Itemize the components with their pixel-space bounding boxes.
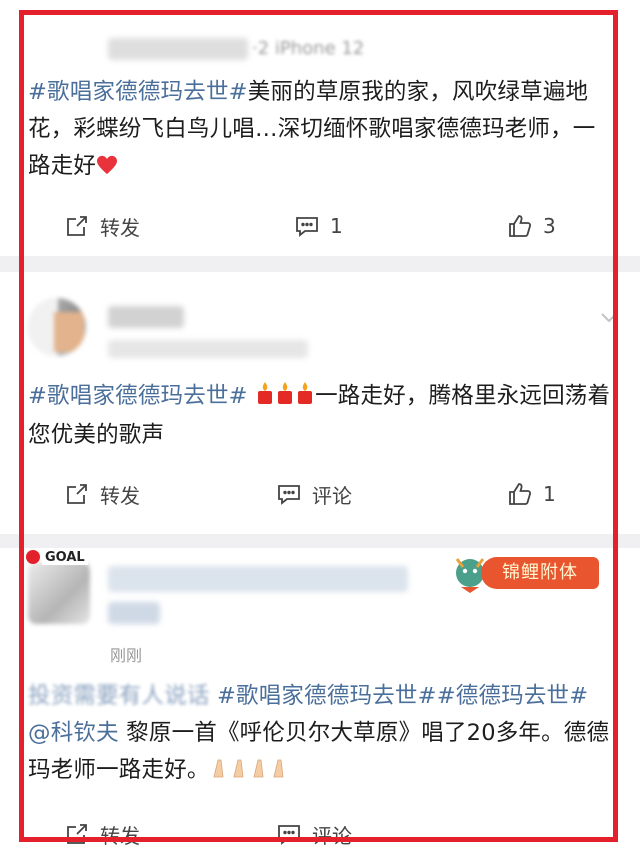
- post-1-topic-link[interactable]: #歌唱家德德玛去世#: [28, 79, 248, 105]
- post-time: 刚刚: [110, 646, 143, 665]
- repost-button[interactable]: 转发: [64, 206, 140, 246]
- koi-badge[interactable]: 锦鲤附体: [447, 545, 602, 597]
- avatar[interactable]: [28, 562, 90, 624]
- post-3-body: 投资需要有人说话 #歌唱家德德玛去世##德德玛去世# @科钦夫 黎原一首《呼伦贝…: [28, 678, 618, 791]
- post-3-mention-link[interactable]: @科钦夫: [28, 720, 119, 746]
- repost-label: 转发: [100, 823, 140, 848]
- candle-icon: [275, 380, 295, 417]
- post-1-body: #歌唱家德德玛去世#美丽的草原我的家，风吹绿草遍地花，彩蝶纷飞白鸟儿唱…深切缅怀…: [28, 74, 618, 187]
- thumbs-up-icon: [509, 215, 532, 237]
- like-button[interactable]: 3: [507, 206, 556, 246]
- post-3-topic-link-1[interactable]: #歌唱家德德玛去世#: [217, 683, 437, 709]
- repost-button[interactable]: 转发: [64, 814, 140, 850]
- like-count: 3: [543, 214, 556, 238]
- comment-button[interactable]: 评论: [276, 474, 352, 514]
- repost-label: 转发: [100, 215, 140, 240]
- avatar-badge: GOAL: [42, 550, 88, 565]
- share-icon: [67, 824, 87, 844]
- post-2-username-blurred: [108, 306, 184, 328]
- like-button[interactable]: 1: [507, 474, 556, 514]
- post-3: GOAL 刚刚 锦鲤附体 投资需要有人说话 #歌唱家德德玛去世##德德玛去世# …: [0, 548, 640, 850]
- comment-button[interactable]: 评论: [276, 814, 352, 850]
- comment-icon: [278, 485, 300, 505]
- comment-icon: [278, 825, 300, 845]
- post-3-actions: 转发 评论: [0, 814, 640, 850]
- comment-label: 评论: [312, 483, 352, 508]
- avatar[interactable]: [28, 298, 86, 356]
- post-2-actions: 转发 评论 1: [0, 474, 640, 514]
- comment-label: 评论: [312, 823, 352, 848]
- repost-label: 转发: [100, 483, 140, 508]
- post-3-username-blurred: [108, 566, 408, 592]
- thumbs-up-icon: [509, 483, 532, 505]
- post-3-blurred-prefix: 投资需要有人说话: [28, 683, 210, 709]
- post-3-topic-link-2[interactable]: #德德玛去世#: [437, 683, 589, 709]
- comment-button[interactable]: 1: [294, 206, 343, 246]
- comment-count: 1: [330, 214, 343, 238]
- like-count: 1: [543, 482, 556, 506]
- post-1-username-blurred: [108, 38, 248, 60]
- comment-icon: [296, 217, 318, 237]
- avatar-badge-dot: [26, 550, 40, 564]
- post-2-topic-link[interactable]: #歌唱家德德玛去世#: [28, 383, 248, 409]
- post-2-body: #歌唱家德德玛去世# 一路走好，腾格里永远回荡着您优美的歌声: [28, 378, 618, 454]
- share-icon: [67, 216, 87, 236]
- koi-badge-label: 锦鲤附体: [481, 557, 599, 589]
- repost-button[interactable]: 转发: [64, 474, 140, 514]
- heart-icon: [96, 150, 118, 187]
- candle-icon: [255, 380, 275, 417]
- post-1-meta: ·2 iPhone 12: [252, 38, 365, 59]
- post-3-meta-blurred: [108, 602, 160, 624]
- post-1-actions: 转发 1 3: [0, 206, 640, 246]
- post-2: #歌唱家德德玛去世# 一路走好，腾格里永远回荡着您优美的歌声 转发 评论 1: [0, 272, 640, 534]
- post-separator: [0, 256, 640, 272]
- folded-hands-icon: [210, 754, 290, 791]
- chevron-down-icon[interactable]: [600, 308, 618, 326]
- share-icon: [67, 484, 87, 504]
- candle-icon: [295, 380, 315, 417]
- post-2-meta-blurred: [108, 340, 308, 358]
- post-1: ·2 iPhone 12 #歌唱家德德玛去世#美丽的草原我的家，风吹绿草遍地花，…: [0, 0, 640, 254]
